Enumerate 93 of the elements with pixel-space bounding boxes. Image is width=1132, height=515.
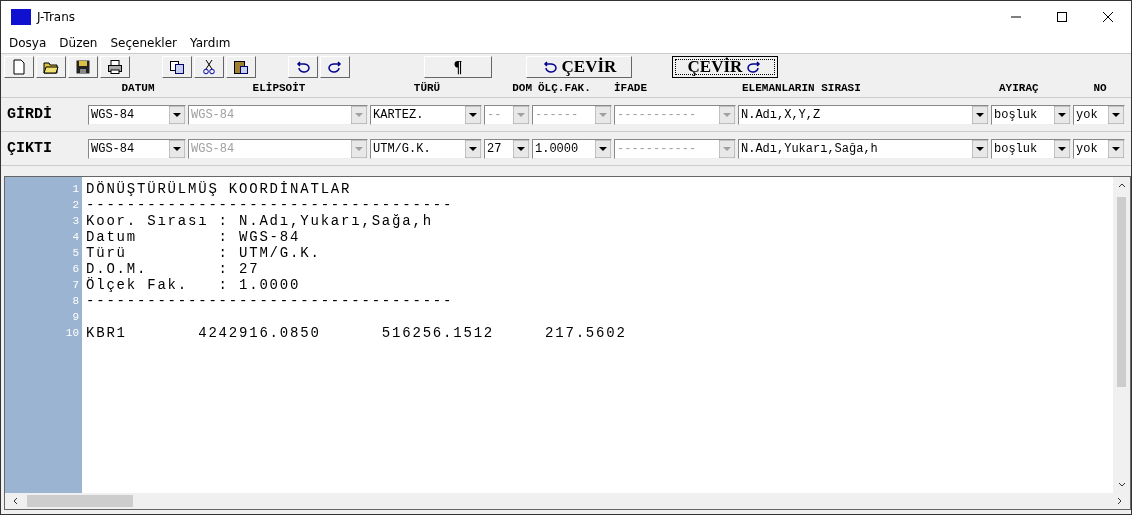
scrollbar-thumb[interactable] — [27, 495, 133, 507]
undo-arrow-icon — [541, 58, 558, 75]
horizontal-scrollbar[interactable] — [5, 493, 1130, 509]
dropdown-arrow-icon — [169, 139, 185, 158]
dropdown-arrow-icon — [351, 105, 367, 124]
column-header: ELEMANLARIN SIRASI — [741, 82, 862, 94]
dropdown[interactable]: N.Adı,X,Y,Z — [738, 104, 989, 125]
text-line: Koor. Sırası : N.Adı,Yukarı,Sağa,h — [86, 213, 433, 229]
line-number: 2 — [72, 198, 79, 213]
dropdown-arrow-icon — [595, 139, 611, 158]
line-number: 7 — [72, 278, 79, 293]
row-label: ÇIKTI — [6, 140, 53, 157]
window-title: J-Trans — [37, 10, 76, 24]
line-number: 10 — [65, 326, 79, 341]
row-label: GİRDİ — [6, 106, 53, 123]
column-header: ELİPSOİT — [251, 82, 307, 94]
line-number: 4 — [72, 230, 79, 245]
text-line: Ölçek Fak. : 1.0000 — [86, 277, 301, 293]
line-number: 6 — [72, 262, 79, 277]
dropdown[interactable]: 1.0000 — [532, 138, 612, 159]
dropdown-arrow-icon — [465, 139, 481, 158]
dropdown-arrow-icon — [465, 105, 481, 124]
clipboard-icon — [233, 58, 249, 75]
dropdown-arrow-icon — [1108, 105, 1124, 124]
dropdown[interactable]: yok — [1073, 138, 1125, 159]
close-icon[interactable] — [1102, 11, 1114, 23]
copy-icon — [169, 58, 185, 75]
line-number: 5 — [72, 246, 79, 261]
text-line: Türü : UTM/G.K. — [86, 245, 321, 261]
dropdown-arrow-icon — [351, 139, 367, 158]
column-header: İFADE — [614, 82, 648, 94]
line-number: 1 — [72, 182, 79, 197]
column-header: TÜRÜ — [412, 82, 442, 94]
column-header: NO — [1092, 82, 1108, 94]
dropdown-arrow-icon — [719, 139, 735, 158]
dropdown-arrow-icon — [972, 139, 988, 158]
cut-button[interactable] — [194, 55, 224, 78]
text-line: D.O.M. : 27 — [86, 261, 260, 277]
vertical-scrollbar[interactable] — [1113, 177, 1130, 493]
dropdown-arrow-icon — [719, 105, 735, 124]
redo-arrow-icon — [327, 58, 343, 75]
save-button[interactable] — [68, 55, 98, 78]
line-number: 9 — [72, 310, 79, 325]
text-line: ------------------------------------ — [86, 197, 454, 213]
dropdown[interactable]: boşluk — [991, 104, 1071, 125]
redo-button[interactable] — [320, 55, 350, 78]
dropdown[interactable]: 27 — [484, 138, 530, 159]
dropdown-arrow-icon — [1054, 139, 1070, 158]
dropdown[interactable]: N.Adı,Yukarı,Sağa,h — [738, 138, 989, 159]
dropdown[interactable]: WGS-84 — [88, 104, 186, 125]
column-header: DATUM — [120, 82, 156, 94]
dropdown-arrow-icon — [1108, 139, 1124, 158]
reverse-convert-button[interactable]: ÇEVİR — [526, 55, 632, 78]
dropdown[interactable]: KARTEZ. — [370, 104, 482, 125]
scissors-icon — [201, 58, 217, 75]
dropdown-arrow-icon — [169, 105, 185, 124]
dropdown[interactable]: boşluk — [991, 138, 1071, 159]
menu-item[interactable]: Düzen — [59, 36, 98, 50]
line-number: 8 — [72, 294, 79, 309]
new-file-button[interactable] — [4, 55, 34, 78]
dropdown-arrow-icon — [1054, 105, 1070, 124]
dropdown-arrow-icon — [513, 105, 529, 124]
document-icon — [11, 58, 27, 75]
copy-button[interactable] — [162, 55, 192, 78]
convert-button[interactable]: ÇEVİR — [672, 55, 778, 78]
line-number: 3 — [72, 214, 79, 229]
text-line: ------------------------------------ — [86, 293, 454, 309]
open-button[interactable] — [36, 55, 66, 78]
paragraph-button[interactable]: ¶ — [424, 55, 492, 78]
app-logo-icon — [11, 9, 31, 25]
dropdown-arrow-icon — [513, 139, 529, 158]
undo-arrow-icon — [295, 58, 311, 75]
print-button[interactable] — [100, 55, 130, 78]
dropdown[interactable]: yok — [1073, 104, 1125, 125]
menu-item[interactable]: Yardım — [190, 36, 231, 50]
text-line: Datum : WGS-84 — [86, 229, 301, 245]
printer-icon — [107, 58, 123, 75]
scrollbar-thumb[interactable] — [1117, 197, 1126, 387]
column-header: ÖLÇ.FAK. — [537, 82, 592, 94]
redo-arrow-icon — [746, 58, 763, 75]
text-line: DÖNÜŞTÜRÜLMÜŞ KOORDİNATLAR — [86, 181, 352, 197]
dropdown[interactable]: UTM/G.K. — [370, 138, 482, 159]
undo-button[interactable] — [288, 55, 318, 78]
dropdown[interactable]: WGS-84 — [88, 138, 186, 159]
dropdown-arrow-icon — [595, 105, 611, 124]
maximize-icon[interactable] — [1056, 11, 1068, 23]
paste-button[interactable] — [226, 55, 256, 78]
column-header: AYIRAÇ — [998, 82, 1040, 94]
text-line: KBR1 4242916.0850 516256.1512 217.5602 — [86, 325, 627, 341]
menu-item[interactable]: Dosya — [9, 36, 47, 50]
dropdown-arrow-icon — [972, 105, 988, 124]
column-header: DOM — [511, 82, 532, 94]
menu-item[interactable]: Seçenekler — [110, 36, 177, 50]
